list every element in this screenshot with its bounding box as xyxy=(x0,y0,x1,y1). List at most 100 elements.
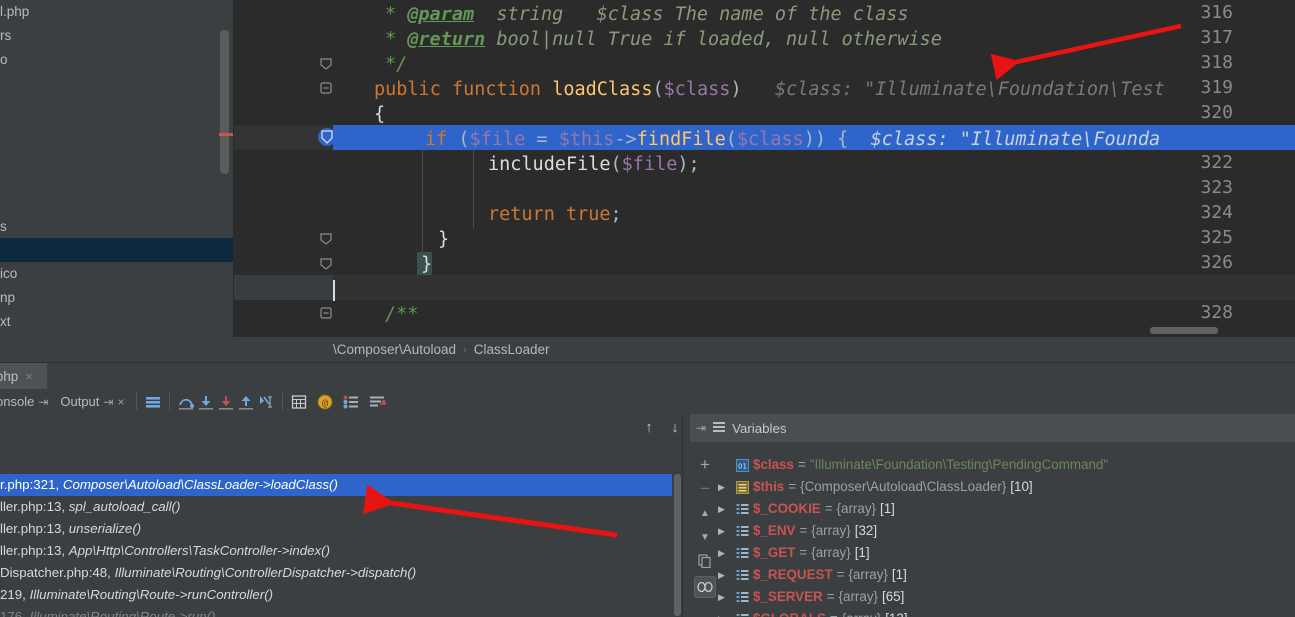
frame-call: Illuminate\Routing\ControllerDispatcher-… xyxy=(114,565,417,580)
variable-row[interactable]: ▶ $GLOBALS = {array} [13] xyxy=(690,608,1295,617)
variable-row[interactable]: 01 $class = "Illuminate\Foundation\Testi… xyxy=(690,454,1295,476)
project-tree-item[interactable] xyxy=(0,144,233,168)
step-over-icon[interactable] xyxy=(176,392,196,412)
frame-row[interactable]: 176, Illuminate\Routing\Route->run() xyxy=(0,606,672,617)
frame-row[interactable]: 219, Illuminate\Routing\Route->runContro… xyxy=(0,584,672,606)
project-tree-item[interactable] xyxy=(0,192,233,216)
expand-triangle[interactable]: ▶ xyxy=(718,564,734,586)
fold-collapse-icon[interactable] xyxy=(319,306,333,320)
debug-tool-window-toolbar[interactable]: onsole ⇥ Output ⇥ × xyxy=(0,389,1295,414)
variable-row[interactable]: ▶ $this = {Composer\Autoload\ClassLoader… xyxy=(690,476,1295,498)
frames-pane[interactable]: ↑ ↓ r.php:321, Composer\Autoload\ClassLo… xyxy=(0,414,690,617)
fold-end-icon[interactable] xyxy=(319,231,333,245)
expand-triangle[interactable]: ▶ xyxy=(718,498,734,520)
variable-name: $_REQUEST xyxy=(753,567,833,582)
frame-row[interactable]: ller.php:13, spl_autoload_call() xyxy=(0,496,672,518)
tab-console[interactable]: onsole ⇥ xyxy=(0,394,48,409)
frame-row[interactable]: ller.php:13, App\Http\Controllers\TaskCo… xyxy=(0,540,672,562)
project-tree-item[interactable]: o xyxy=(0,48,233,72)
expand-triangle[interactable]: ▶ xyxy=(718,586,734,608)
project-tree-panel[interactable]: l.php rs o s ico np xt fig xyxy=(0,0,233,337)
close-icon[interactable]: × xyxy=(25,369,33,384)
code-text-area[interactable]: * @param string $class The name of the c… xyxy=(333,0,1295,337)
run-to-cursor-icon[interactable] xyxy=(256,392,276,412)
fold-end-icon[interactable] xyxy=(319,256,333,270)
breadcrumb-class[interactable]: ClassLoader xyxy=(474,342,550,357)
editor-tab[interactable]: .php × xyxy=(0,363,47,390)
project-tree-item[interactable]: fig xyxy=(0,334,233,337)
project-tree-item[interactable] xyxy=(0,96,233,120)
force-step-into-icon[interactable] xyxy=(216,392,236,412)
variable-row[interactable]: ▶ $_ENV = {array} [32] xyxy=(690,520,1295,542)
frame-location: 176, xyxy=(0,609,30,617)
frames-up-icon[interactable]: ↑ xyxy=(640,419,658,437)
project-tree-item[interactable] xyxy=(0,168,233,192)
frames-list[interactable]: r.php:321, Composer\Autoload\ClassLoader… xyxy=(0,474,672,617)
frames-scrollbar[interactable] xyxy=(673,474,682,617)
variable-row[interactable]: ▶ $_SERVER = {array} [65] xyxy=(690,586,1295,608)
expand-triangle[interactable]: ▶ xyxy=(718,520,734,542)
scrollbar-thumb[interactable] xyxy=(1150,327,1218,334)
step-out-icon[interactable] xyxy=(236,392,256,412)
frame-row-selected[interactable]: r.php:321, Composer\Autoload\ClassLoader… xyxy=(0,474,672,496)
tab-output[interactable]: Output ⇥ × xyxy=(60,394,124,409)
project-tree-item[interactable] xyxy=(0,72,233,96)
copy-icon[interactable] xyxy=(694,550,716,572)
frame-call: Illuminate\Routing\Route->run() xyxy=(29,609,216,617)
frame-call: spl_autoload_call() xyxy=(68,499,181,514)
scrollbar-thumb[interactable] xyxy=(674,474,681,616)
equals-sign: = xyxy=(826,589,835,604)
step-into-icon[interactable] xyxy=(196,392,216,412)
expand-triangle[interactable]: ▶ xyxy=(718,542,734,564)
variable-row[interactable]: ▶ $_REQUEST = {array} [1] xyxy=(690,564,1295,586)
pin-icon[interactable]: ⇥ xyxy=(696,421,706,435)
project-tree-item[interactable]: s xyxy=(0,216,233,238)
fold-collapse-icon[interactable] xyxy=(319,81,333,95)
move-down-button[interactable]: ▼ xyxy=(694,526,716,548)
expand-triangle[interactable]: ▶ xyxy=(718,608,734,617)
keyword-if: if xyxy=(425,129,448,150)
remove-watch-button[interactable]: − xyxy=(694,478,716,500)
operator: = xyxy=(525,129,559,150)
frame-row[interactable]: Dispatcher.php:48, Illuminate\Routing\Co… xyxy=(0,562,672,584)
variables-side-toolbar[interactable]: + − ▲ ▼ xyxy=(690,442,718,617)
add-watch-button[interactable]: + xyxy=(694,454,716,476)
equals-sign: = xyxy=(797,457,806,472)
fold-end-icon[interactable] xyxy=(319,56,333,70)
mute-breakpoints-icon[interactable]: @ xyxy=(315,392,335,412)
editor-horizontal-scrollbar[interactable] xyxy=(233,325,1295,334)
doc-desc: $class The name of the class xyxy=(596,4,909,25)
editor-gutter[interactable] xyxy=(233,0,333,337)
breadcrumb[interactable]: \Composer\Autoload › ClassLoader xyxy=(233,337,1295,362)
project-tree-scrollbar[interactable] xyxy=(220,30,229,174)
close-icon[interactable]: × xyxy=(117,395,124,409)
settings-icon[interactable] xyxy=(367,392,387,412)
paren: ( xyxy=(725,129,737,150)
project-tree-item[interactable]: np xyxy=(0,286,233,310)
move-up-button[interactable]: ▲ xyxy=(694,502,716,524)
variable-row[interactable]: ▶ $_GET = {array} [1] xyxy=(690,542,1295,564)
pin-icon[interactable]: ⇥ xyxy=(103,395,113,409)
variable-row[interactable]: ▶ $_COOKIE = {array} [1] xyxy=(690,498,1295,520)
project-tree-item[interactable]: xt xyxy=(0,310,233,334)
code-editor[interactable]: 316 317 318 319 320 321 322 323 324 325 … xyxy=(233,0,1295,337)
variables-list[interactable]: 01 $class = "Illuminate\Foundation\Testi… xyxy=(690,454,1295,617)
panel-splitter[interactable] xyxy=(682,414,683,617)
project-tree-item[interactable]: rs xyxy=(0,24,233,48)
expand-triangle[interactable]: ▶ xyxy=(718,476,734,498)
project-tree-item[interactable]: ico xyxy=(0,262,233,286)
array-value-icon xyxy=(734,503,751,516)
pin-icon[interactable]: ⇥ xyxy=(38,395,48,409)
editor-tab-bar[interactable]: .php × xyxy=(0,362,1295,390)
project-tree-item[interactable]: l.php xyxy=(0,0,233,24)
variables-pane[interactable]: ⇥ Variables 01 $class = "Illuminate\Foun… xyxy=(690,414,1295,617)
watches-icon[interactable] xyxy=(694,576,716,598)
breadcrumb-namespace[interactable]: \Composer\Autoload xyxy=(333,342,456,357)
code-line-324: return true; xyxy=(488,202,622,227)
project-tree-item[interactable] xyxy=(0,120,233,144)
view-breakpoints-icon[interactable] xyxy=(341,392,361,412)
project-tree-item-selected[interactable] xyxy=(0,238,233,262)
evaluate-expression-icon[interactable] xyxy=(289,392,309,412)
frame-row[interactable]: ller.php:13, unserialize() xyxy=(0,518,672,540)
show-execution-point-icon[interactable] xyxy=(143,392,163,412)
